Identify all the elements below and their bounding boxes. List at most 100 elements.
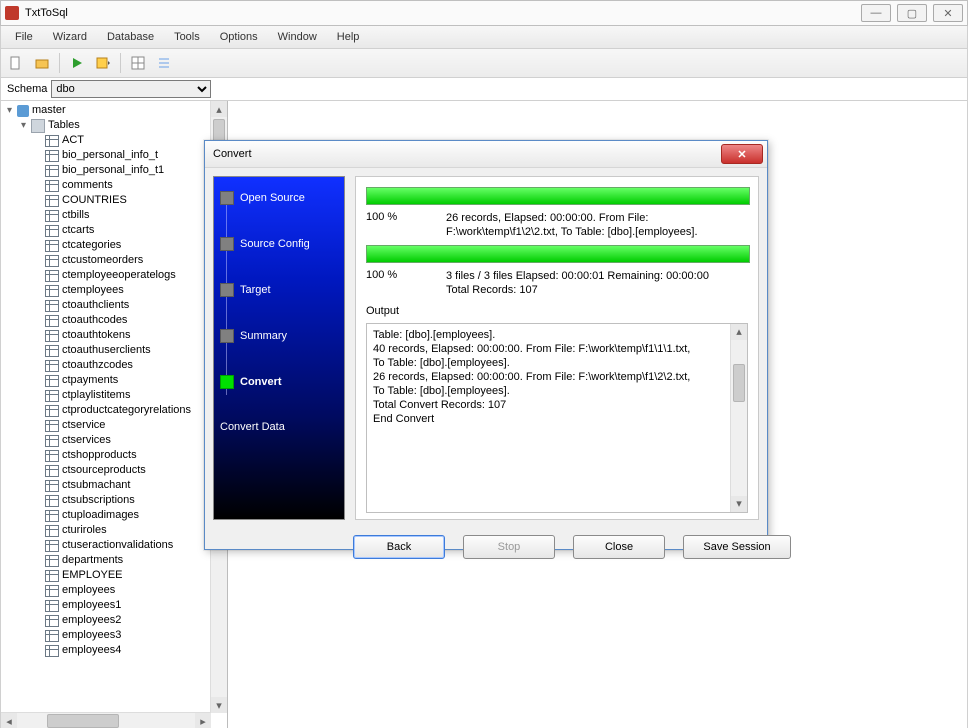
tree-table[interactable]: ctcategories [62, 238, 121, 253]
tree-table[interactable]: employees [62, 583, 115, 598]
tree-table[interactable]: comments [62, 178, 113, 193]
tree-table[interactable]: ctoauthzcodes [62, 358, 133, 373]
wizard-step[interactable]: Convert [220, 375, 340, 389]
tree-table[interactable]: ctshopproducts [62, 448, 137, 463]
menu-bar: File Wizard Database Tools Options Windo… [0, 26, 968, 49]
tree-table[interactable]: COUNTRIES [62, 193, 127, 208]
menu-wizard[interactable]: Wizard [45, 29, 95, 45]
menu-options[interactable]: Options [212, 29, 266, 45]
tree-table[interactable]: employees3 [62, 628, 121, 643]
tree-hscrollbar[interactable]: ◂ ▸ [1, 712, 211, 728]
minimize-button[interactable]: — [861, 4, 891, 22]
tree-table[interactable]: ctservice [62, 418, 105, 433]
output-line: Total Convert Records: 107 [373, 398, 741, 412]
step-box-icon [220, 283, 234, 297]
scroll-right-icon[interactable]: ▸ [195, 713, 211, 728]
toolbar-list-icon[interactable] [155, 54, 173, 72]
table-icon [45, 585, 59, 597]
scroll-thumb[interactable] [733, 364, 745, 402]
close-button[interactable]: Close [573, 535, 665, 559]
tree-folder[interactable]: Tables [48, 118, 80, 133]
tree-table[interactable]: ctpayments [62, 373, 118, 388]
table-icon [45, 375, 59, 387]
dialog-content: 100 % 26 records, Elapsed: 00:00:00. Fro… [355, 176, 759, 520]
toolbar-dropdown-icon[interactable] [94, 54, 112, 72]
output-line: To Table: [dbo].[employees]. [373, 356, 741, 370]
tree-table[interactable]: employees1 [62, 598, 121, 613]
save-session-button[interactable]: Save Session [683, 535, 791, 559]
menu-tools[interactable]: Tools [166, 29, 208, 45]
dialog-titlebar[interactable]: Convert ✕ [205, 141, 767, 168]
stop-button[interactable]: Stop [463, 535, 555, 559]
tree-table[interactable]: ACT [62, 133, 84, 148]
step-box-icon [220, 237, 234, 251]
tree-table[interactable]: ctproductcategoryrelations [62, 403, 191, 418]
schema-tree[interactable]: ▾master ▾Tables ACTbio_personal_info_tbi… [1, 101, 211, 713]
dialog-button-row: Back Stop Close Save Session [205, 528, 767, 566]
table-icon [45, 495, 59, 507]
wizard-step[interactable]: Open Source [220, 191, 340, 205]
toolbar-run-icon[interactable] [68, 54, 86, 72]
tree-table[interactable]: ctsourceproducts [62, 463, 146, 478]
tree-table[interactable]: employees2 [62, 613, 121, 628]
dialog-title: Convert [213, 148, 252, 160]
tree-table[interactable]: ctemployees [62, 283, 124, 298]
toolbar-new-icon[interactable] [7, 54, 25, 72]
table-icon [45, 480, 59, 492]
window-close-button[interactable]: ✕ [933, 4, 963, 22]
tree-table[interactable]: ctoauthclients [62, 298, 129, 313]
tree-table[interactable]: bio_personal_info_t [62, 148, 158, 163]
maximize-button[interactable]: ▢ [897, 4, 927, 22]
tree-table[interactable]: cturiroles [62, 523, 107, 538]
progress1-line2: F:\work\temp\f1\2\2.txt, To Table: [dbo]… [446, 225, 748, 239]
tree-table[interactable]: bio_personal_info_t1 [62, 163, 164, 178]
menu-window[interactable]: Window [270, 29, 325, 45]
scroll-down-icon[interactable]: ▾ [211, 697, 227, 713]
menu-file[interactable]: File [7, 29, 41, 45]
scroll-left-icon[interactable]: ◂ [1, 713, 17, 728]
tree-table[interactable]: ctoauthtokens [62, 328, 131, 343]
tree-table[interactable]: employees4 [62, 643, 121, 658]
tree-table[interactable]: ctplaylistitems [62, 388, 130, 403]
table-icon [45, 360, 59, 372]
step-subtitle: Convert Data [220, 421, 340, 433]
scroll-up-icon[interactable]: ▴ [211, 101, 227, 117]
tree-table[interactable]: ctsubscriptions [62, 493, 135, 508]
wizard-step[interactable]: Source Config [220, 237, 340, 251]
output-log[interactable]: Table: [dbo].[employees].40 records, Ela… [366, 323, 748, 513]
wizard-step[interactable]: Target [220, 283, 340, 297]
tree-table[interactable]: ctuploadimages [62, 508, 139, 523]
scroll-thumb[interactable] [47, 714, 119, 728]
tree-table[interactable]: EMPLOYEE [62, 568, 123, 583]
output-vscrollbar[interactable]: ▴ ▾ [730, 324, 747, 512]
tree-table[interactable]: ctcarts [62, 223, 94, 238]
scroll-up-icon[interactable]: ▴ [731, 324, 747, 340]
tree-table[interactable]: ctcustomeorders [62, 253, 143, 268]
menu-help[interactable]: Help [329, 29, 368, 45]
toolbar-open-icon[interactable] [33, 54, 51, 72]
app-icon [5, 6, 19, 20]
step-box-icon [220, 329, 234, 343]
tree-table[interactable]: ctuseractionvalidations [62, 538, 173, 553]
tree-table[interactable]: ctservices [62, 433, 111, 448]
tree-table[interactable]: ctbills [62, 208, 90, 223]
tree-table[interactable]: ctoauthuserclients [62, 343, 151, 358]
tree-table[interactable]: ctemployeeoperatelogs [62, 268, 176, 283]
menu-database[interactable]: Database [99, 29, 162, 45]
toolbar-grid-icon[interactable] [129, 54, 147, 72]
tree-table[interactable]: ctoauthcodes [62, 313, 127, 328]
tree-table[interactable]: departments [62, 553, 123, 568]
tree-panel: ▾master ▾Tables ACTbio_personal_info_tbi… [1, 101, 228, 728]
wizard-step[interactable]: Summary [220, 329, 340, 343]
schema-select[interactable]: dbo [51, 80, 211, 98]
table-icon [45, 165, 59, 177]
table-icon [45, 435, 59, 447]
scroll-down-icon[interactable]: ▾ [731, 496, 747, 512]
tree-root[interactable]: master [32, 103, 66, 118]
table-icon [45, 540, 59, 552]
dialog-close-button[interactable]: ✕ [721, 144, 763, 164]
table-icon [45, 225, 59, 237]
back-button[interactable]: Back [353, 535, 445, 559]
tree-table[interactable]: ctsubmachant [62, 478, 130, 493]
step-connector [226, 205, 227, 395]
